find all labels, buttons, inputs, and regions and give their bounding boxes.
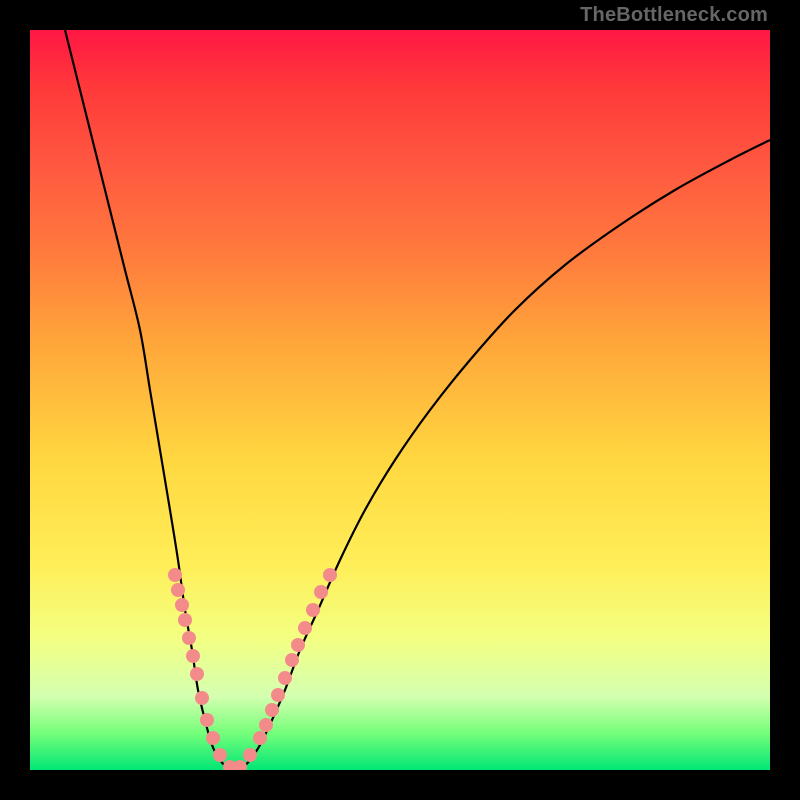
watermark-text: TheBottleneck.com bbox=[580, 4, 768, 27]
border-bottom bbox=[0, 770, 800, 800]
border-right bbox=[770, 0, 800, 800]
border-left bbox=[0, 0, 30, 800]
chart-container: TheBottleneck.com bbox=[0, 0, 800, 800]
plot-gradient-background bbox=[30, 30, 770, 770]
